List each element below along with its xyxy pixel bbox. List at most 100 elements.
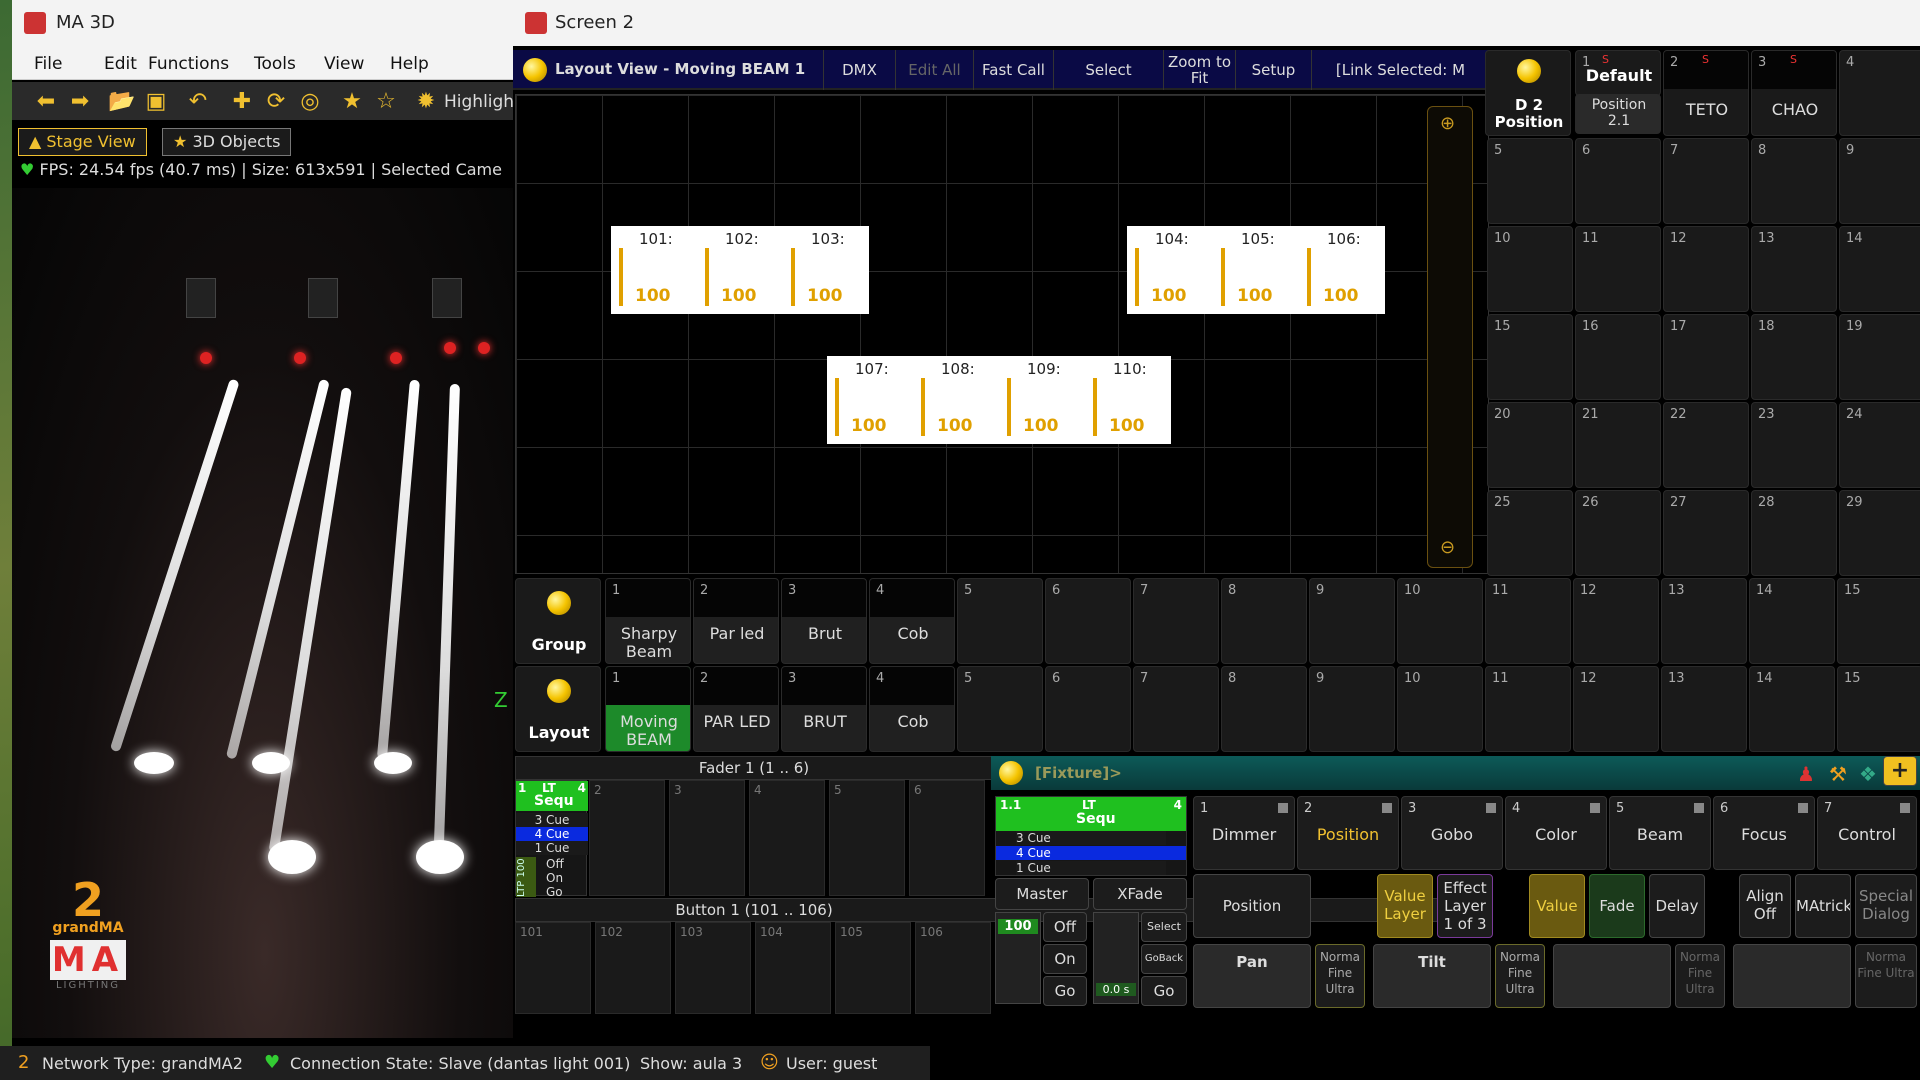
preset-slot[interactable]: 21: [1575, 402, 1661, 488]
master-fader[interactable]: 100: [995, 912, 1041, 1004]
fixture-109[interactable]: 109: 100: [999, 356, 1085, 444]
group-slot[interactable]: 6: [1045, 578, 1131, 664]
star-add-icon[interactable]: ☆: [372, 88, 400, 116]
preset-slot[interactable]: 6: [1575, 138, 1661, 224]
preset-slot[interactable]: 8: [1751, 138, 1837, 224]
menu-help[interactable]: Help: [390, 54, 429, 74]
group-pool-header[interactable]: Group: [515, 578, 601, 664]
preset-default[interactable]: 1 S Default: [1575, 50, 1661, 96]
layout-view-ball-icon[interactable]: [523, 58, 547, 82]
exec-off-button[interactable]: Off: [546, 857, 564, 871]
fader-executor[interactable]: 3: [669, 780, 745, 896]
group-slot[interactable]: 4 Cob: [869, 578, 955, 664]
menu-file[interactable]: File: [34, 54, 62, 74]
delay-button[interactable]: Delay: [1649, 874, 1705, 938]
stage-3d-viewport[interactable]: Z 2 grandMA MA LIGHTING: [12, 188, 517, 1038]
preset-slot[interactable]: 17: [1663, 314, 1749, 400]
encoder-3-resolution-button[interactable]: Norma Fine Ultra: [1675, 944, 1725, 1008]
fast-call-button[interactable]: Fast Call: [973, 50, 1053, 90]
zoom-slider[interactable]: ⊕ ⊖: [1427, 106, 1473, 568]
pan-encoder[interactable]: Pan: [1193, 944, 1311, 1008]
zoom-out-icon[interactable]: ⊖: [1440, 537, 1455, 558]
preset-slot[interactable]: 26: [1575, 490, 1661, 576]
main-executor[interactable]: 1.1 LT 4 Sequ 3 Cue 4 Cue 1 Cue: [995, 796, 1187, 876]
align-off-button[interactable]: Align Off: [1739, 874, 1791, 938]
button-executor[interactable]: 103: [675, 922, 751, 1014]
fixture-105[interactable]: 105: 100: [1213, 226, 1299, 314]
group-slot[interactable]: 5: [957, 578, 1043, 664]
layout-slot[interactable]: 3 BRUT: [781, 666, 867, 752]
feature-position[interactable]: 2 Position: [1297, 796, 1399, 870]
ltp-fader[interactable]: LTP 100: [516, 857, 536, 897]
preset-slot[interactable]: 18: [1751, 314, 1837, 400]
menu-view[interactable]: View: [324, 54, 364, 74]
button-executor[interactable]: 106: [915, 922, 991, 1014]
feature-control[interactable]: 7 Control: [1817, 796, 1917, 870]
group-slot[interactable]: 8: [1221, 578, 1307, 664]
group-slot[interactable]: 9: [1309, 578, 1395, 664]
fixture-101[interactable]: 101: 100: [611, 226, 697, 314]
tools-icon[interactable]: ⚒: [1829, 762, 1847, 786]
pan-resolution-button[interactable]: Norma Fine Ultra: [1315, 944, 1365, 1008]
preset-slot[interactable]: 27: [1663, 490, 1749, 576]
group-slot[interactable]: 10: [1397, 578, 1483, 664]
main-off-button[interactable]: Off: [1043, 912, 1087, 942]
preset-slot[interactable]: 4: [1839, 50, 1920, 136]
executor-1[interactable]: 1 LT 4 Sequ 3 Cue 4 Cue 1 Cue LTP 100 Of…: [515, 780, 588, 899]
ma3d-titlebar[interactable]: MA 3D: [12, 0, 517, 46]
preset-slot[interactable]: 15: [1487, 314, 1573, 400]
feature-dimmer[interactable]: 1 Dimmer: [1193, 796, 1295, 870]
fade-button[interactable]: Fade: [1589, 874, 1645, 938]
tilt-resolution-button[interactable]: Norma Fine Ultra: [1495, 944, 1545, 1008]
tilt-encoder[interactable]: Tilt: [1373, 944, 1491, 1008]
zoom-in-icon[interactable]: ⊕: [1440, 113, 1455, 134]
layout-slot[interactable]: 11: [1485, 666, 1571, 752]
encoder-4[interactable]: [1733, 944, 1851, 1008]
layout-slot[interactable]: 2 PAR LED: [693, 666, 779, 752]
encoder-4-resolution-button[interactable]: Norma Fine Ultra: [1855, 944, 1917, 1008]
select-exec-button[interactable]: Select: [1141, 912, 1187, 942]
preset-pool-header[interactable]: D 2 Position: [1485, 50, 1571, 136]
group-slot[interactable]: 11: [1485, 578, 1571, 664]
menu-functions[interactable]: Functions: [148, 54, 229, 74]
screen2-titlebar[interactable]: Screen 2: [513, 0, 1920, 46]
layout-slot[interactable]: 1 Moving BEAM: [605, 666, 691, 752]
fixture-106[interactable]: 106: 100: [1299, 226, 1385, 314]
layout-slot[interactable]: 9: [1309, 666, 1395, 752]
preset-slot[interactable]: 19: [1839, 314, 1920, 400]
preset-slot[interactable]: 12: [1663, 226, 1749, 312]
back-arrow-icon[interactable]: ⬅: [32, 88, 60, 116]
person-icon[interactable]: ♟: [1797, 762, 1815, 786]
palette-icon[interactable]: ❖: [1859, 762, 1877, 786]
tab-stage-view[interactable]: ▲ Stage View: [18, 128, 147, 156]
preset-slot[interactable]: 24: [1839, 402, 1920, 488]
zoom-to-fit-button[interactable]: Zoom to Fit: [1163, 50, 1235, 90]
position-feature-button[interactable]: Position: [1193, 874, 1311, 938]
preset-slot[interactable]: 28: [1751, 490, 1837, 576]
fixture-110[interactable]: 110: 100: [1085, 356, 1171, 444]
button-executor[interactable]: 105: [835, 922, 911, 1014]
select-button[interactable]: Select: [1053, 50, 1163, 90]
add-icon[interactable]: +: [1883, 756, 1917, 786]
group-slot[interactable]: 1 Sharpy Beam: [605, 578, 691, 664]
layout-slot[interactable]: 5: [957, 666, 1043, 752]
group-slot[interactable]: 2 Par led: [693, 578, 779, 664]
highlight-icon[interactable]: ✹: [412, 88, 440, 116]
fader-executor[interactable]: 2: [589, 780, 665, 896]
fixture-103[interactable]: 103: 100: [783, 226, 869, 314]
fixture-102[interactable]: 102: 100: [697, 226, 783, 314]
value-button[interactable]: Value: [1529, 874, 1585, 938]
main-on-button[interactable]: On: [1043, 944, 1087, 974]
layout-grid[interactable]: [515, 94, 1489, 574]
fixture-107[interactable]: 107: 100: [827, 356, 913, 444]
undo-icon[interactable]: ↶: [184, 88, 212, 116]
move-icon[interactable]: ✚: [228, 88, 256, 116]
fixture-104[interactable]: 104: 100: [1127, 226, 1213, 314]
star-select-icon[interactable]: ★: [338, 88, 366, 116]
preset-slot[interactable]: 29: [1839, 490, 1920, 576]
preset-position-2-1[interactable]: Position 2.1: [1575, 94, 1661, 134]
goback-button[interactable]: GoBack: [1141, 944, 1187, 974]
forward-arrow-icon[interactable]: ➡: [66, 88, 94, 116]
main-go-button[interactable]: Go: [1043, 976, 1087, 1006]
layout-slot[interactable]: 12: [1573, 666, 1659, 752]
